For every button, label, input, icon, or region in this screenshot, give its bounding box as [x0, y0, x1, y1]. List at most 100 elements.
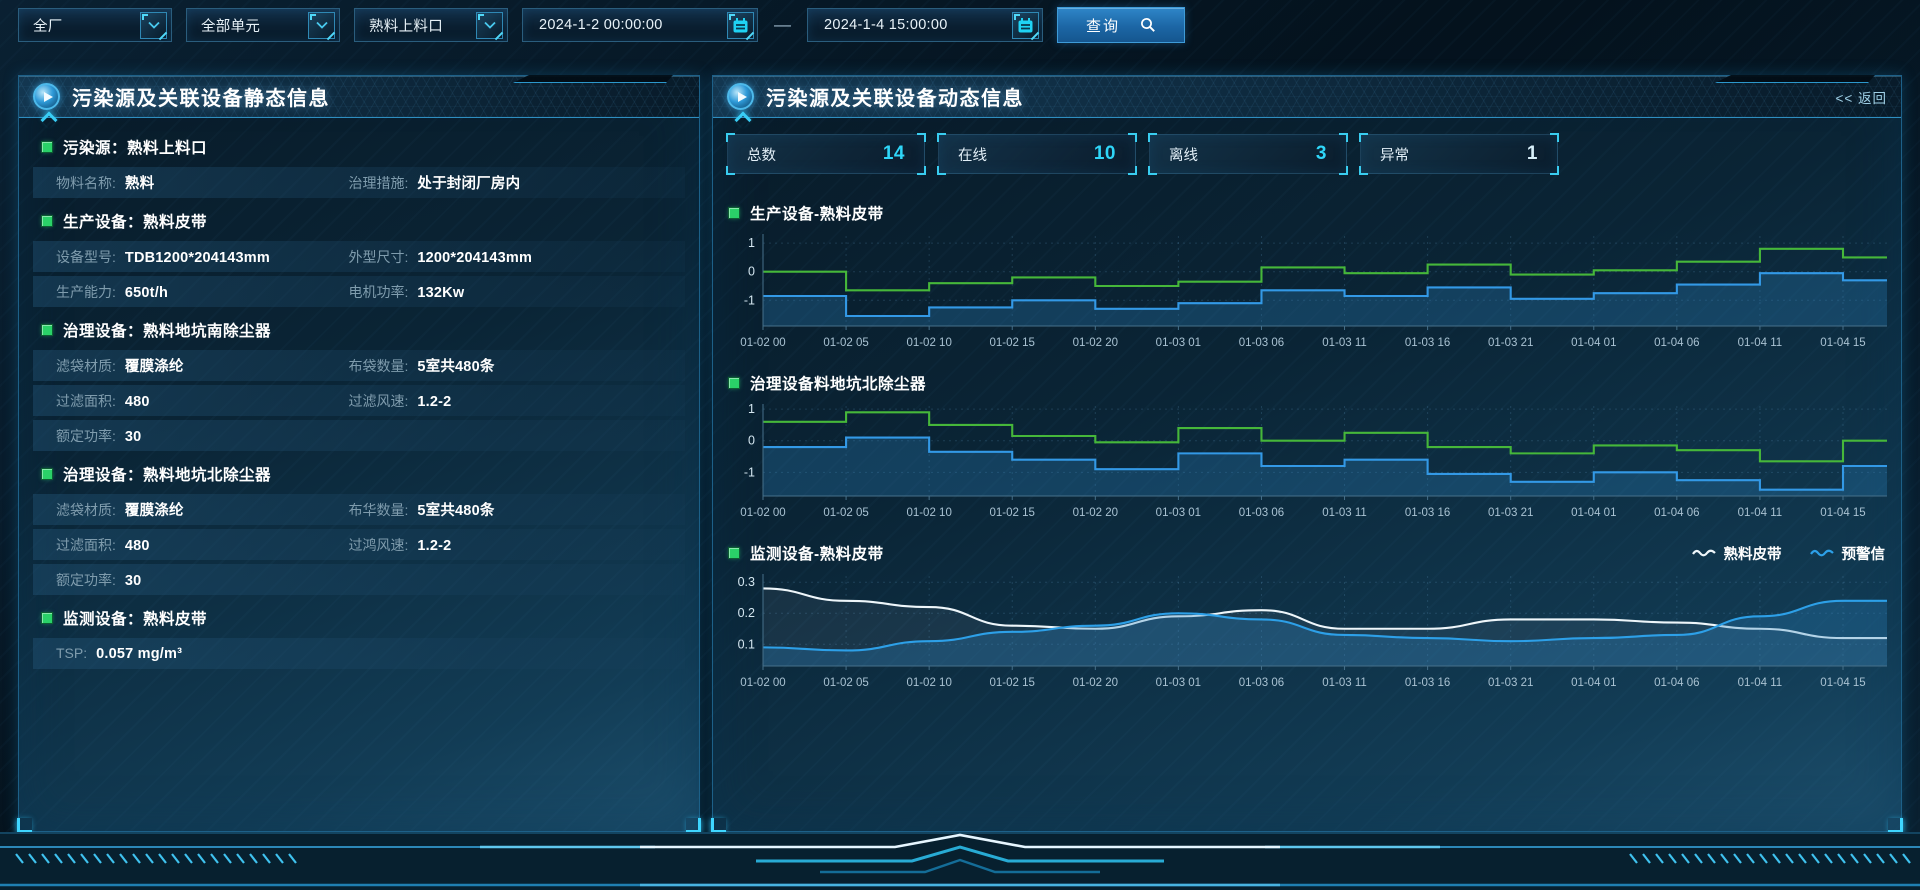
calendar-icon[interactable]	[727, 12, 754, 39]
unit-select[interactable]: 全部单元	[186, 8, 340, 42]
info-cell: 设备型号:TDB1200*204143mm	[56, 247, 348, 267]
section-title: 治理设备：熟料地坑南除尘器	[63, 319, 271, 341]
footer-line-decoration	[1812, 854, 1819, 863]
info-cell: 过滤面积:480	[56, 535, 348, 555]
y-axis-tick-label: 0.3	[738, 575, 755, 589]
info-cell: 过鸿风速: 1.2-2	[348, 535, 451, 555]
chevron-down-icon[interactable]	[476, 12, 503, 39]
start-datetime-input[interactable]: 2024-1-2 00:00:00	[522, 8, 758, 42]
x-axis-tick-label: 01-03 06	[1239, 507, 1284, 519]
info-label: 生产能力:	[56, 282, 116, 302]
x-axis-tick-label: 01-03 06	[1239, 677, 1284, 689]
monitor-chart-svg: 0.30.20.101-02 0001-02 0501-02 1001-02 1…	[727, 570, 1889, 696]
chevron-down-icon[interactable]	[140, 12, 167, 39]
footer-line-decoration	[1890, 854, 1897, 863]
x-axis-tick-label: 01-04 11	[1738, 677, 1783, 689]
bracket-corner-decoration	[1550, 133, 1559, 142]
info-cell: 布袋数量:5室共480条	[348, 355, 494, 376]
info-value: 5室共480条	[417, 355, 494, 376]
section-title: 生产设备：熟料皮带	[63, 210, 207, 232]
x-axis-tick-label: 01-03 21	[1488, 507, 1533, 519]
footer-line-decoration	[276, 854, 283, 863]
chevron-down-icon[interactable]	[308, 12, 335, 39]
x-axis-tick-label: 01-02 20	[1073, 507, 1118, 519]
info-value: 1.2-2	[417, 394, 451, 410]
stat-label: 在线	[958, 144, 987, 165]
footer-line-decoration	[81, 854, 88, 863]
x-axis-tick-label: 01-03 16	[1405, 677, 1450, 689]
monitor-chart-title-row: 监测设备-熟料皮带 熟料皮带 预警信	[727, 540, 1887, 566]
header-notch-decoration	[513, 75, 673, 83]
bracket-corner-decoration	[726, 166, 735, 175]
footer-line-decoration	[159, 854, 166, 863]
info-value: 0.057 mg/m³	[96, 646, 182, 662]
green-bullet-icon	[42, 216, 52, 226]
section-header: 生产设备：熟料皮带	[33, 202, 685, 237]
info-label: 过滤风速:	[348, 391, 408, 411]
tech-footer-decoration	[0, 832, 1920, 890]
stat-label: 总数	[747, 144, 776, 165]
info-label: 布华数量:	[348, 500, 408, 520]
stat-box[interactable]: 异常1	[1360, 134, 1558, 174]
x-axis-tick-label: 01-03 01	[1156, 507, 1201, 519]
y-axis-tick-label: 1	[748, 402, 755, 416]
bracket-corner-decoration	[1339, 166, 1348, 175]
footer-line-decoration	[94, 854, 101, 863]
info-value: 1.2-2	[417, 538, 451, 554]
static-info-list: 污染源：熟料上料口物料名称:熟料治理措施:处于封闭厂房内生产设备：熟料皮带设备型…	[19, 118, 699, 669]
x-axis-tick-label: 01-02 15	[990, 507, 1035, 519]
info-value: 5室共480条	[417, 499, 494, 520]
monitor-chart-title: 监测设备-熟料皮带	[750, 542, 884, 564]
stat-box[interactable]: 离线3	[1149, 134, 1347, 174]
footer-line-decoration	[1838, 854, 1845, 863]
end-datetime-input[interactable]: 2024-1-4 15:00:00	[807, 8, 1043, 42]
header-notch-decoration	[1715, 75, 1875, 83]
footer-line-decoration	[1656, 854, 1663, 863]
stat-box[interactable]: 在线10	[938, 134, 1136, 174]
legend-item[interactable]: 预警信	[1810, 543, 1886, 564]
info-cell: 布华数量: 5室共480条	[348, 499, 494, 520]
dynamic-info-panel: 污染源及关联设备动态信息 << 返回 总数14在线10离线3异常1 生产设备-熟…	[712, 75, 1902, 832]
section-header: 治理设备：熟料地坑南除尘器	[33, 311, 685, 346]
footer-line-decoration	[16, 854, 23, 863]
x-axis-tick-label: 01-02 10	[906, 507, 951, 519]
green-bullet-icon	[42, 469, 52, 479]
info-value: 650t/h	[125, 285, 168, 301]
x-axis-tick-label: 01-04 06	[1654, 677, 1699, 689]
info-value: 覆膜涤纶	[125, 355, 184, 376]
bracket-corner-decoration	[1339, 133, 1348, 142]
production-chart-block: 生产设备-熟料皮带 10-101-02 0001-02 0501-02 1001…	[727, 200, 1887, 356]
plant-select[interactable]: 全厂	[18, 8, 172, 42]
legend-item[interactable]: 熟料皮带	[1692, 543, 1782, 564]
footer-line-decoration	[263, 854, 270, 863]
info-row: 额定功率:30	[33, 420, 685, 451]
x-axis-tick-label: 01-02 10	[906, 337, 951, 349]
info-label: 过滤面积:	[56, 535, 116, 555]
info-value: 30	[125, 573, 142, 589]
footer-line-decoration	[42, 854, 49, 863]
dynamic-info-content: 总数14 在线10 离线3 异常1 生产设备-熟料皮带 10-101-02 0001-…	[713, 134, 1901, 696]
stat-box[interactable]: 总数14	[727, 134, 925, 174]
x-axis-tick-label: 01-03 11	[1322, 677, 1367, 689]
footer-line-decoration	[211, 854, 218, 863]
x-axis-tick-label: 01-03 06	[1239, 337, 1284, 349]
info-label: 过鸿风速:	[348, 535, 408, 555]
info-value: 480	[125, 394, 150, 410]
info-label: 额定功率:	[56, 426, 116, 446]
info-value: TDB1200*204143mm	[125, 250, 270, 266]
production-chart-title: 生产设备-熟料皮带	[750, 202, 884, 224]
search-icon	[1140, 17, 1156, 33]
calendar-icon[interactable]	[1012, 12, 1039, 39]
info-cell: 滤袋材质:覆膜涤纶	[56, 355, 348, 376]
info-cell: 过滤风速: 1.2-2	[348, 391, 451, 411]
info-row: TSP:0.057 mg/m³	[33, 638, 685, 669]
footer-line-decoration	[1721, 854, 1728, 863]
chart-legend: 熟料皮带 预警信	[1692, 543, 1888, 564]
monitor-chart-block: 监测设备-熟料皮带 熟料皮带 预警信 0.30.20.101-02 0001-02…	[727, 540, 1887, 696]
back-link[interactable]: << 返回	[1835, 87, 1887, 107]
source-select[interactable]: 熟料上料口	[354, 8, 508, 42]
play-circle-icon	[33, 83, 60, 110]
play-circle-icon	[727, 83, 754, 110]
query-button[interactable]: 查询	[1057, 7, 1185, 43]
corner-accent	[17, 818, 32, 833]
